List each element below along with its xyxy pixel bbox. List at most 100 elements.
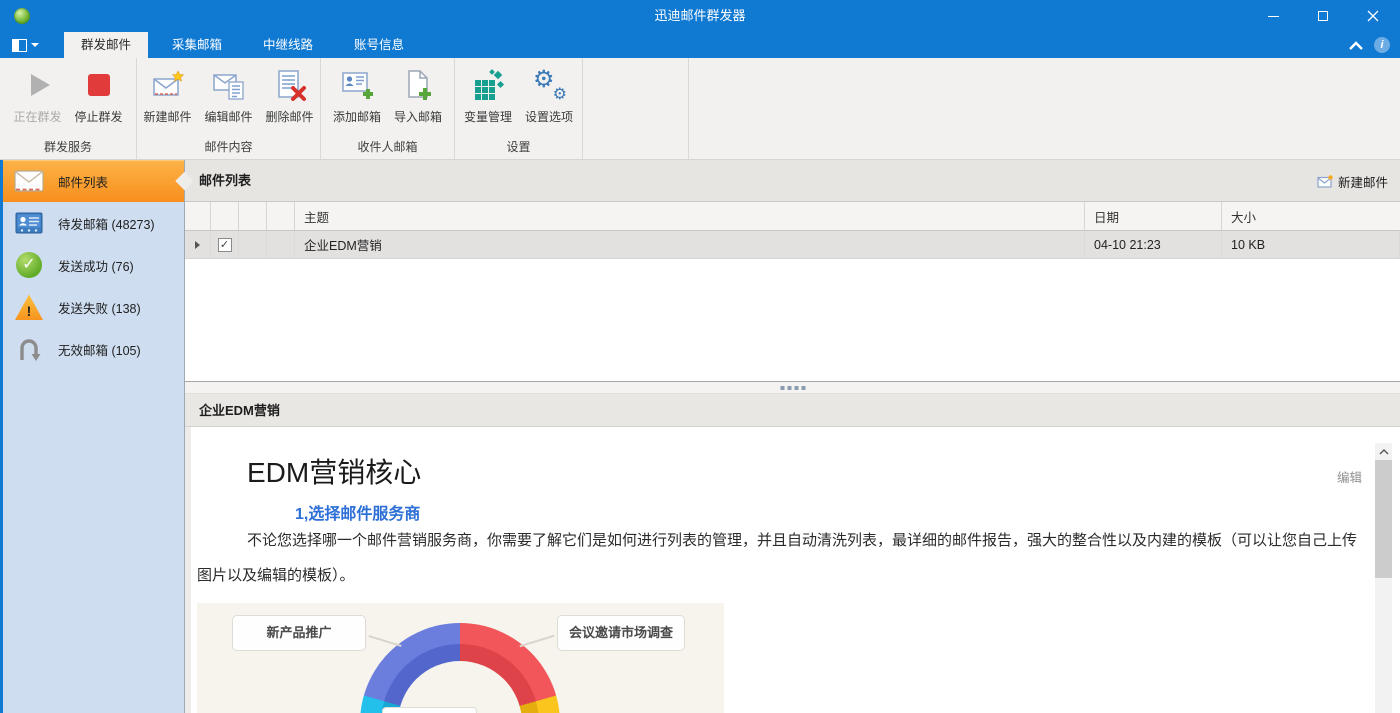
preview-scrollbar[interactable] (1375, 443, 1392, 713)
minimize-button[interactable] (1248, 0, 1298, 32)
tabrow-right-icons: i (1349, 32, 1390, 58)
scroll-up-button[interactable] (1375, 443, 1392, 460)
ribbon-tabs: 群发邮件 采集邮箱 中继线路 账号信息 (64, 32, 428, 58)
sending-button: 正在群发 (8, 65, 68, 125)
column-checkbox[interactable] (211, 202, 239, 230)
mail-list-panel-header: 邮件列表 新建邮件 (185, 160, 1400, 202)
collapse-ribbon-button[interactable] (1349, 41, 1363, 50)
titlebar: 迅迪邮件群发器 (0, 0, 1400, 32)
row-marker-icon (195, 241, 200, 249)
preview-panel-title: 企业EDM营销 (199, 394, 280, 427)
horizontal-splitter[interactable] (185, 381, 1400, 394)
gears-icon: ⚙⚙ (532, 68, 566, 102)
new-mail-button[interactable]: 新建邮件 (138, 65, 198, 125)
maximize-icon (1318, 11, 1328, 21)
pending-mailbox-icon (13, 212, 45, 234)
group-label: 群发服务 (0, 138, 136, 159)
new-mail-link[interactable]: 新建邮件 (1317, 160, 1388, 202)
column-row-marker[interactable] (185, 202, 211, 230)
ribbon-group-mass-send-service: 正在群发 停止群发 群发服务 (0, 58, 137, 159)
splitter-grip-icon (780, 386, 805, 390)
preview-content: 编辑 EDM营销核心 1,选择邮件服务商 不论您选择哪一个邮件营销服务商，你需要… (185, 427, 1400, 713)
close-button[interactable] (1348, 0, 1398, 32)
mail-body-heading: EDM营销核心 (247, 451, 421, 491)
column-subject[interactable]: 主题 (295, 202, 1085, 230)
connector-line (519, 635, 554, 647)
ribbon-group-spacer (583, 58, 689, 159)
invalid-mailbox-icon (13, 336, 45, 362)
delete-mail-icon (273, 68, 307, 102)
group-label: 收件人邮箱 (321, 138, 454, 159)
sidebar-item-label: 无效邮箱 (105) (58, 340, 141, 359)
minimize-icon (1268, 16, 1279, 17)
connector-line (368, 635, 401, 647)
import-mailbox-button[interactable]: 导入邮箱 (388, 65, 448, 125)
mail-table-header: 主题 日期 大小 (185, 202, 1400, 231)
tab-mass-send[interactable]: 群发邮件 (64, 32, 148, 58)
edit-mail-icon (212, 68, 246, 102)
window-title: 迅迪邮件群发器 (0, 0, 1400, 32)
chart-label-left: 新产品推广 (232, 615, 366, 651)
chevron-down-icon (31, 43, 39, 47)
play-icon (21, 68, 55, 102)
variables-cube-icon (471, 68, 505, 102)
info-icon[interactable]: i (1374, 37, 1390, 53)
edit-link[interactable]: 编辑 (1337, 467, 1362, 486)
stop-sending-button[interactable]: 停止群发 (69, 65, 129, 125)
close-icon (1367, 10, 1379, 22)
tab-collect-mailbox[interactable]: 采集邮箱 (155, 32, 239, 58)
file-menu-button[interactable] (12, 35, 39, 55)
ribbon-group-mail-content: 新建邮件 编辑邮件 (137, 58, 321, 159)
mail-body-paragraph: 不论您选择哪一个邮件营销服务商，你需要了解它们是如何进行列表的管理，并且自动清洗… (197, 523, 1365, 593)
sidebar-item-pending-mailbox[interactable]: 待发邮箱 (48273) (3, 202, 184, 244)
sidebar-item-invalid-mailbox[interactable]: 无效邮箱 (105) (3, 328, 184, 370)
row-checkbox[interactable]: ✓ (218, 238, 232, 252)
maximize-button[interactable] (1298, 0, 1348, 32)
add-mailbox-button[interactable]: 添加邮箱 (327, 65, 387, 125)
sidebar: 邮件列表 待发邮箱 (48273) ✓ 发送成功 (76) (0, 160, 185, 713)
mail-body-subheading: 1,选择邮件服务商 (295, 500, 420, 524)
column-size[interactable]: 大小 (1222, 202, 1400, 230)
settings-options-button[interactable]: ⚙⚙ 设置选项 (519, 65, 579, 125)
table-row[interactable]: ✓ 企业EDM营销 04-10 21:23 10 KB (185, 231, 1400, 259)
mail-list-icon (13, 170, 45, 192)
edit-mail-button[interactable]: 编辑邮件 (199, 65, 259, 125)
sidebar-item-send-success[interactable]: ✓ 发送成功 (76) (3, 244, 184, 286)
sidebar-item-label: 发送成功 (76) (58, 256, 134, 275)
app-window: 迅迪邮件群发器 群发邮件 采集邮箱 中继线路 账号信息 i (0, 0, 1400, 713)
page-margin (185, 427, 191, 713)
delete-mail-button[interactable]: 删除邮件 (260, 65, 320, 125)
ribbon-tab-bar: 群发邮件 采集邮箱 中继线路 账号信息 i (0, 32, 1400, 58)
tab-relay-line[interactable]: 中继线路 (246, 32, 330, 58)
variable-manage-button[interactable]: 变量管理 (458, 65, 518, 125)
chart-label-right: 会议邀请市场调查 (557, 615, 685, 651)
tab-account-info[interactable]: 账号信息 (337, 32, 421, 58)
sidebar-item-label: 发送失败 (138) (58, 298, 141, 317)
donut-chart-illustration (360, 623, 560, 713)
sidebar-item-mail-list[interactable]: 邮件列表 (3, 160, 184, 202)
ribbon-group-recipients: 添加邮箱 导入邮箱 收件人邮箱 (321, 58, 455, 159)
sidebar-item-label: 邮件列表 (58, 172, 108, 191)
group-label: 设置 (455, 138, 582, 159)
row-subject: 企业EDM营销 (295, 231, 1085, 258)
stop-icon (82, 68, 116, 102)
group-label: 邮件内容 (137, 138, 320, 159)
add-mailbox-icon (340, 68, 374, 102)
import-mailbox-icon (401, 68, 435, 102)
chart-label-bottom-partial (382, 707, 477, 713)
sidebar-item-label: 待发邮箱 (48273) (58, 214, 155, 233)
ribbon-toolbar: 正在群发 停止群发 群发服务 (0, 58, 1400, 160)
ribbon-group-settings: 变量管理 ⚙⚙ 设置选项 设置 (455, 58, 583, 159)
chevron-up-icon (1379, 449, 1389, 455)
column-blank-2[interactable] (267, 202, 295, 230)
window-panes-icon (12, 39, 27, 52)
column-date[interactable]: 日期 (1085, 202, 1222, 230)
mail-body-illustration: 新产品推广 会议邀请市场调查 (197, 603, 724, 713)
scrollbar-thumb[interactable] (1375, 460, 1392, 578)
column-blank-1[interactable] (239, 202, 267, 230)
mail-list-panel-title: 邮件列表 (199, 160, 251, 202)
window-controls (1248, 0, 1398, 32)
sidebar-item-send-failed[interactable]: ! 发送失败 (138) (3, 286, 184, 328)
new-mail-small-icon (1317, 175, 1333, 188)
send-success-icon: ✓ (13, 252, 45, 278)
